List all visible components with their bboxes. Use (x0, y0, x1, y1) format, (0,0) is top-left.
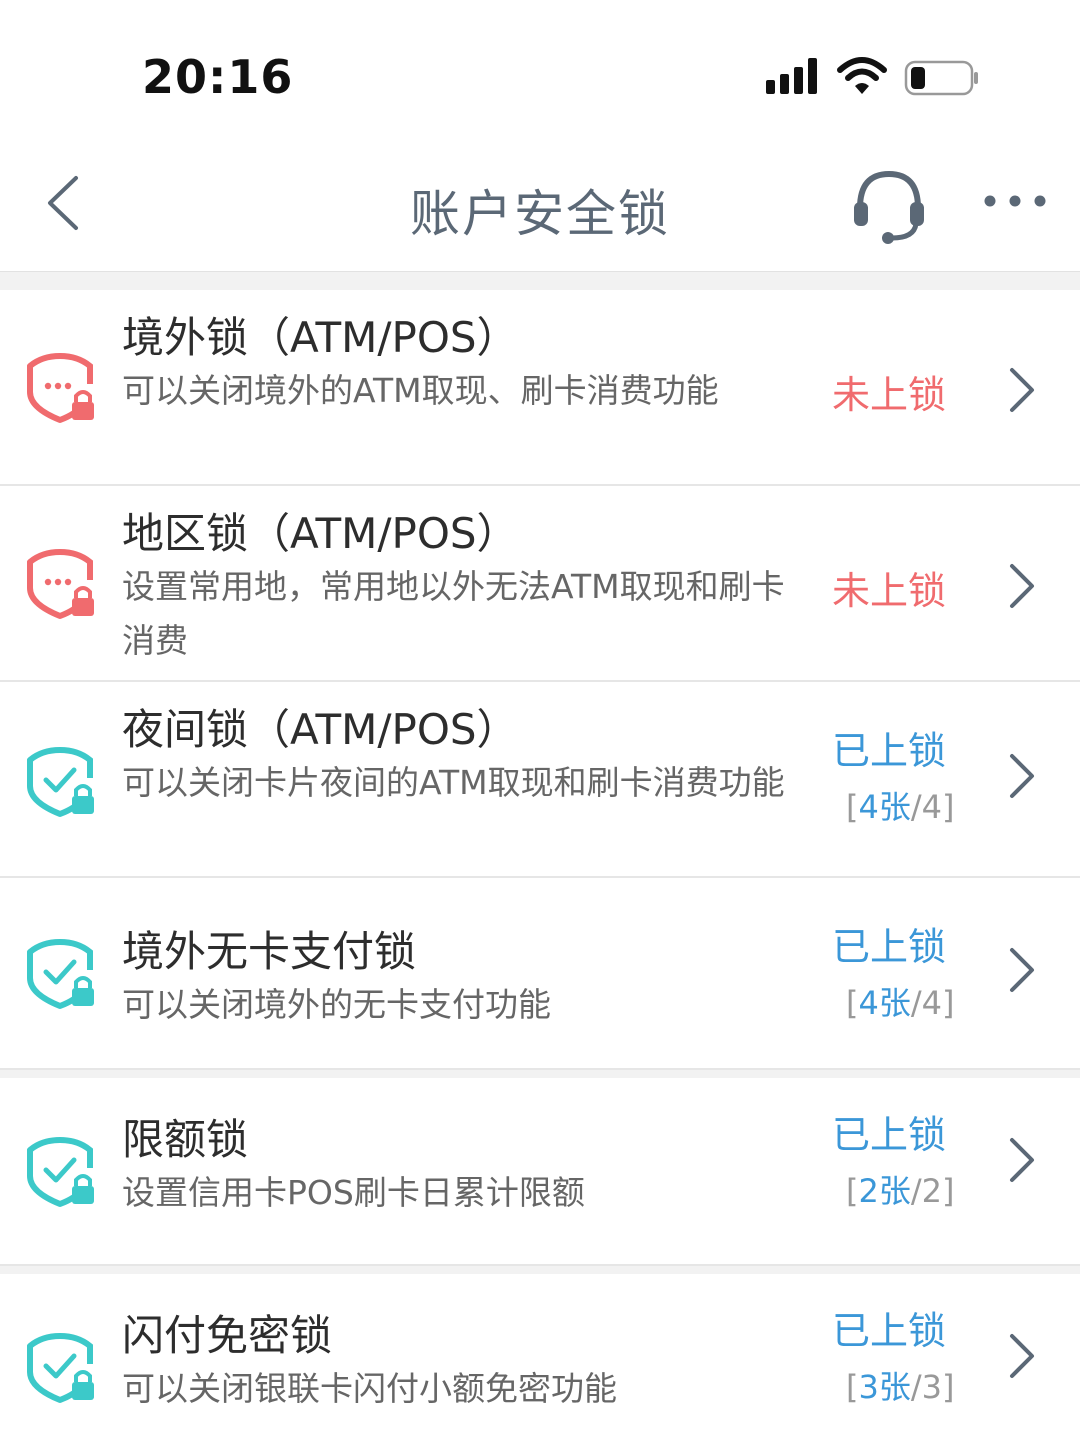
customer-service-icon[interactable] (848, 164, 930, 244)
lock-item-title: 地区锁（ATM/POS） (122, 509, 519, 558)
chevron-right-icon (1010, 564, 1034, 608)
unlocked-shield-icon (27, 353, 94, 423)
locked-card-count-number: 2张 (858, 1172, 911, 1210)
lock-item-title: 境外无卡支付锁 (122, 927, 417, 976)
locked-card-count-number: 3张 (858, 1368, 911, 1406)
status-time: 20:16 (142, 50, 294, 104)
wifi-icon (837, 57, 887, 94)
locked-card-count: [2张/2] (846, 1172, 955, 1210)
lock-item-title: 限额锁 (122, 1115, 249, 1164)
locked-shield-icon (27, 1137, 94, 1207)
chevron-right-icon (1010, 368, 1034, 412)
lock-status: 未上锁 (832, 569, 947, 613)
locked-card-count: [3张/3] (846, 1368, 955, 1406)
lock-item-title: 境外锁（ATM/POS） (122, 313, 519, 362)
lock-item-description: 可以关闭境外的ATM取现、刷卡消费功能 (122, 371, 719, 410)
cellular-signal-icon (766, 58, 817, 94)
lock-status: 已上锁 (832, 729, 947, 773)
battery-icon (904, 60, 978, 96)
locked-card-count-number: 4张 (858, 788, 911, 826)
lock-item-description: 设置常用地，常用地以外无法ATM取现和刷卡消费 (122, 567, 785, 660)
chevron-right-icon (1010, 948, 1034, 992)
unlocked-shield-icon (27, 549, 94, 619)
more-options-icon[interactable] (980, 186, 1050, 216)
locked-shield-icon (27, 939, 94, 1009)
lock-item-overseas-cardless[interactable]: 境外无卡支付锁 可以关闭境外的无卡支付功能 已上锁 [4张/4] (0, 878, 1080, 1070)
locked-shield-icon (27, 747, 94, 817)
lock-item-description: 可以关闭银联卡闪付小额免密功能 (122, 1369, 617, 1408)
locked-shield-icon (27, 1333, 94, 1403)
lock-item-quickpass[interactable]: 闪付免密锁 可以关闭银联卡闪付小额免密功能 已上锁 [3张/3] (0, 1274, 1080, 1436)
lock-item-region[interactable]: 地区锁（ATM/POS） 设置常用地，常用地以外无法ATM取现和刷卡消费 未上锁 (0, 486, 1080, 682)
locked-card-count: [4张/4] (846, 788, 955, 826)
lock-item-overseas[interactable]: 境外锁（ATM/POS） 可以关闭境外的ATM取现、刷卡消费功能 未上锁 (0, 290, 1080, 486)
chevron-right-icon (1010, 1138, 1034, 1182)
lock-item-description: 可以关闭卡片夜间的ATM取现和刷卡消费功能 (122, 763, 785, 802)
lock-status: 未上锁 (832, 373, 947, 417)
lock-status: 已上锁 (832, 1113, 947, 1157)
lock-item-title: 闪付免密锁 (122, 1311, 333, 1360)
lock-item-limit[interactable]: 限额锁 设置信用卡POS刷卡日累计限额 已上锁 [2张/2] (0, 1078, 1080, 1266)
lock-item-night[interactable]: 夜间锁（ATM/POS） 可以关闭卡片夜间的ATM取现和刷卡消费功能 已上锁 [… (0, 682, 1080, 878)
lock-status: 已上锁 (832, 925, 947, 969)
total-card-count: 4 (921, 984, 942, 1022)
chevron-right-icon (1010, 754, 1034, 798)
lock-item-title: 夜间锁（ATM/POS） (122, 705, 519, 754)
lock-item-description: 设置信用卡POS刷卡日累计限额 (122, 1173, 585, 1212)
status-bar: 20:16 (0, 0, 1080, 150)
total-card-count: 3 (921, 1368, 942, 1406)
lock-status: 已上锁 (832, 1309, 947, 1353)
total-card-count: 2 (921, 1172, 942, 1210)
locked-card-count-number: 4张 (858, 984, 911, 1022)
nav-bar: 账户安全锁 (0, 150, 1080, 272)
locked-card-count: [4张/4] (846, 984, 955, 1022)
total-card-count: 4 (921, 788, 942, 826)
lock-item-description: 可以关闭境外的无卡支付功能 (122, 985, 551, 1024)
chevron-right-icon (1010, 1334, 1034, 1378)
